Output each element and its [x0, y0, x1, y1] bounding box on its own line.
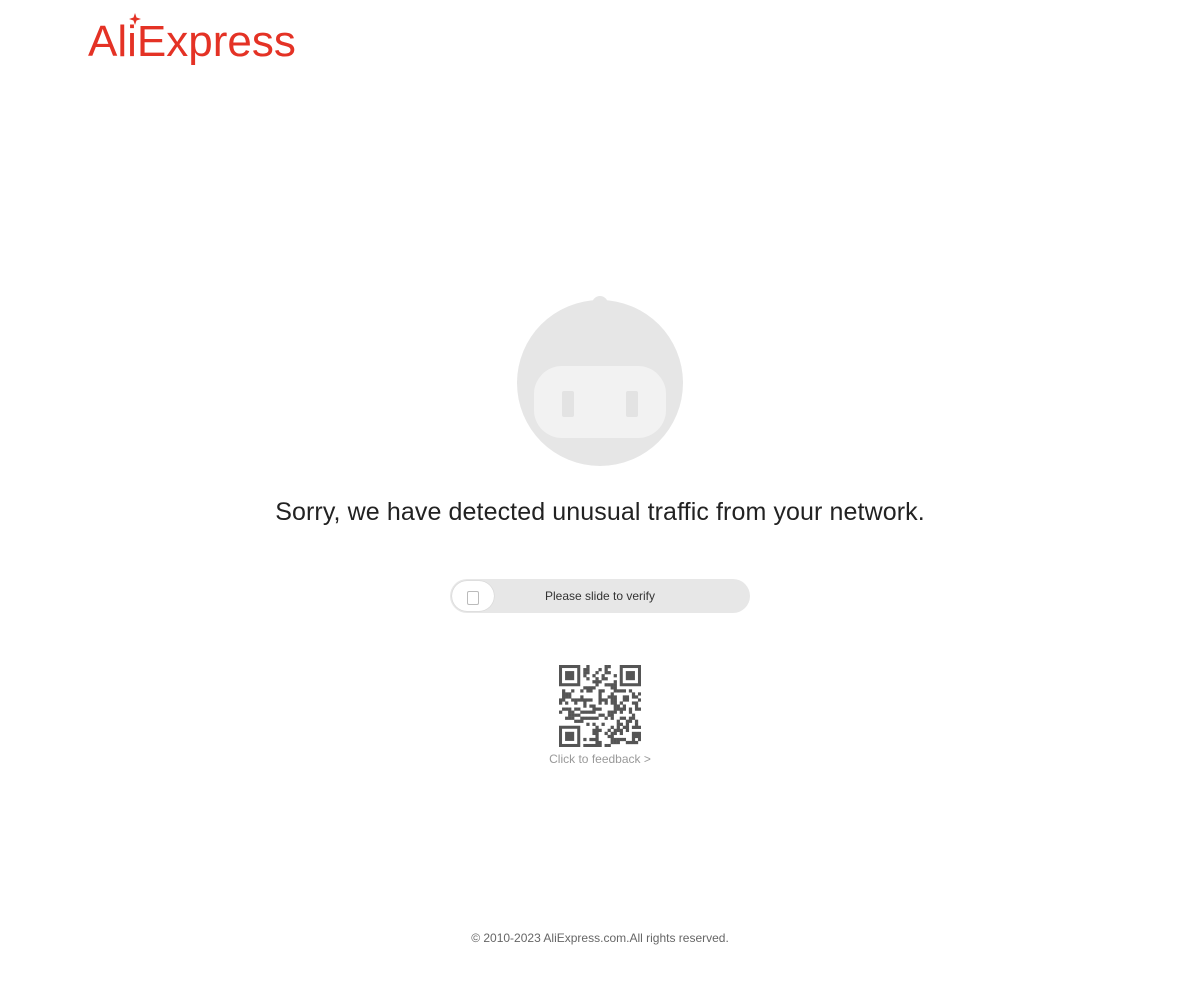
footer-copyright: © 2010-2023 AliExpress.com.All rights re… — [471, 931, 729, 945]
qr-code-icon — [559, 665, 641, 747]
aliexpress-logo[interactable]: AliExpress — [88, 10, 308, 70]
slider-handle[interactable] — [452, 581, 494, 611]
slider-label: Please slide to verify — [544, 589, 656, 603]
robot-icon — [512, 292, 688, 470]
lock-icon — [467, 591, 479, 605]
slide-to-verify-slider[interactable]: Please slide to verify — [450, 579, 750, 613]
feedback-link[interactable]: Click to feedback > — [0, 752, 1200, 766]
unusual-traffic-message: Sorry, we have detected unusual traffic … — [275, 498, 925, 526]
logo-text: AliExpress — [88, 17, 296, 66]
page: AliExpress Sorry, we have detected unusu… — [0, 0, 1200, 1000]
